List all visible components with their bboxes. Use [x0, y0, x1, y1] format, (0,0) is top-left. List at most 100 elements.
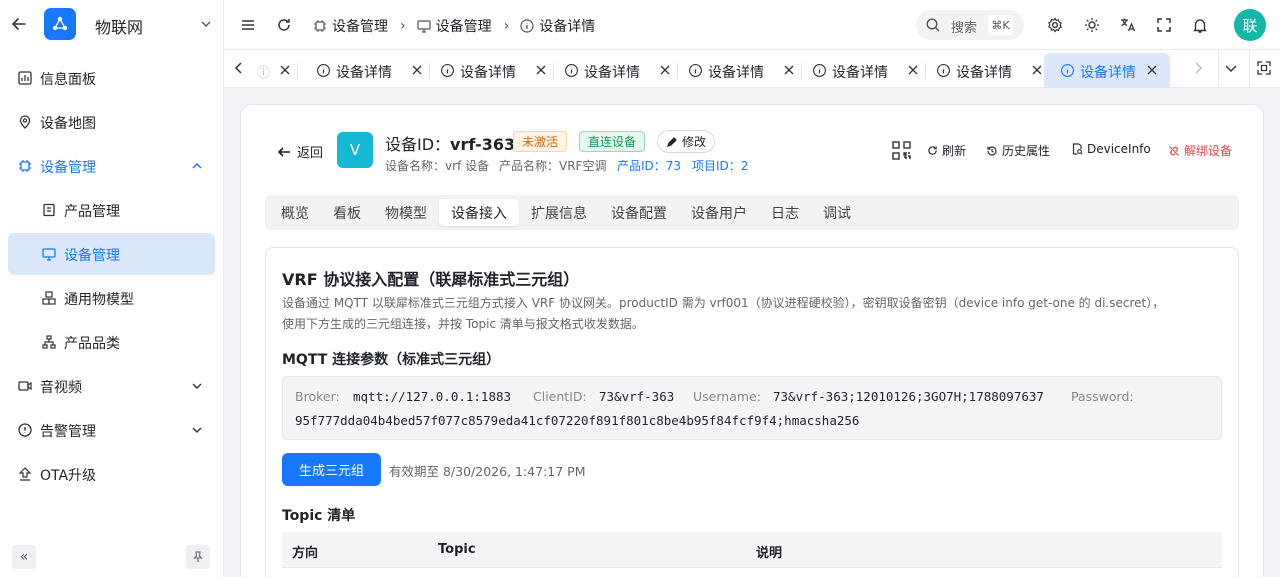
tab-label: 设备详情 [460, 65, 516, 81]
tab-device-detail[interactable]: 设备详情 [802, 53, 926, 88]
sidebar-item-label: 信息面板 [40, 72, 96, 88]
tab-logs[interactable]: 日志 [759, 199, 811, 226]
user-avatar[interactable]: 联 [1234, 9, 1266, 41]
map-pin-icon [19, 115, 31, 129]
theme-sun-icon[interactable] [1083, 16, 1101, 34]
pin-sidebar-button[interactable] [186, 545, 210, 569]
client-id-label: ClientID: [533, 389, 587, 404]
tab-device-detail[interactable]: 设备详情 [554, 53, 678, 88]
tab-device-detail-active[interactable]: 设备详情 [1044, 53, 1170, 88]
close-icon[interactable] [659, 64, 671, 76]
refresh-label: 刷新 [942, 144, 967, 158]
validity-text: 有效期至 8/30/2026, 1:47:17 PM [389, 464, 586, 479]
sidebar-item-label: 设备地图 [40, 116, 96, 132]
menu-icon[interactable] [239, 16, 257, 34]
close-icon[interactable] [535, 64, 547, 76]
chevron-right-icon[interactable] [1189, 59, 1207, 77]
top-header: 设备管理 › 设备管理 › 设备详情 搜索 ⌘K 联 [224, 0, 1280, 50]
arrow-left-icon [277, 146, 290, 157]
chevron-down-icon[interactable] [199, 17, 213, 31]
tab-debug[interactable]: 调试 [811, 199, 863, 226]
close-icon[interactable] [907, 64, 919, 76]
settings-icon[interactable] [1046, 16, 1064, 34]
sidebar-item-dashboard[interactable]: 信息面板 [8, 57, 215, 99]
pencil-icon [667, 136, 677, 147]
upload-icon [18, 467, 32, 481]
sidebar-item-device-management[interactable]: 设备管理 [8, 145, 215, 187]
tab-bar: ⓘ 设备详情 设备详情 设备详情 设备详情 设备详情 设备详情 设备详情 [224, 50, 1280, 88]
status-badge: 未激活 [513, 131, 568, 152]
video-icon [18, 381, 32, 391]
sidebar-item-thing-model[interactable]: 通用物模型 [8, 277, 215, 319]
info-icon [441, 64, 454, 77]
close-icon[interactable] [783, 64, 795, 76]
tab-device-detail[interactable]: 设备详情 [306, 53, 430, 88]
tab-extended-info[interactable]: 扩展信息 [519, 199, 599, 226]
tab-device-access[interactable]: 设备接入 [439, 199, 519, 226]
refresh-icon[interactable] [275, 16, 293, 34]
sidebar-item-label: 告警管理 [40, 424, 96, 440]
column-header-topic: Topic [438, 542, 476, 557]
tab-device-detail[interactable]: 设备详情 [926, 53, 1050, 88]
description-line: 设备通过 MQTT 以联犀标准式三元组方式接入 VRF 协议网关。product… [282, 296, 1165, 310]
sidebar-item-media[interactable]: 音视频 [8, 365, 215, 407]
edit-button[interactable]: 修改 [657, 130, 715, 153]
back-arrow-icon[interactable] [10, 15, 28, 33]
pin-icon [193, 551, 203, 562]
breadcrumb-item[interactable]: 设备管理 [332, 16, 388, 36]
tab-label: 设备详情 [832, 65, 888, 81]
tab-device-users[interactable]: 设备用户 [679, 199, 759, 226]
divider [1249, 50, 1250, 87]
sidebar-item-device-map[interactable]: 设备地图 [8, 101, 215, 143]
tab-device-config[interactable]: 设备配置 [599, 199, 679, 226]
tab-device-detail[interactable]: 设备详情 [678, 53, 802, 88]
device-title: 设备ID：vrf-363 [385, 131, 515, 155]
breadcrumb-item[interactable]: 设备管理 [436, 16, 492, 36]
sidebar-item-alarm[interactable]: 告警管理 [8, 409, 215, 451]
chevron-down-icon[interactable] [1222, 59, 1240, 77]
close-icon[interactable] [1031, 64, 1043, 76]
sidebar-item-product-category[interactable]: 产品品类 [8, 321, 215, 363]
device-info-button[interactable]: DeviceInfo [1071, 142, 1151, 156]
tab-dashboard[interactable]: 看板 [321, 199, 373, 226]
tab-label: 设备详情 [1080, 65, 1136, 81]
sidebar-item-label: 通用物模型 [64, 292, 134, 308]
sidebar-item-label: 产品管理 [64, 204, 120, 220]
translate-icon[interactable] [1119, 16, 1137, 34]
info-icon [689, 64, 702, 77]
search-label: 搜索 [951, 21, 978, 36]
app-name: 物联网 [95, 18, 144, 37]
sidebar-item-device-list[interactable]: 设备管理 [8, 233, 215, 275]
refresh-button[interactable]: 刷新 [927, 142, 966, 159]
info-icon [317, 64, 330, 77]
tab-label: 设备详情 [956, 65, 1012, 81]
product-id-link[interactable]: 产品ID：73 [617, 157, 681, 174]
unbind-label: 解绑设备 [1184, 144, 1233, 158]
tab-thing-model[interactable]: 物模型 [373, 199, 439, 226]
generate-triplet-button[interactable]: 生成三元组 [282, 453, 381, 486]
close-icon[interactable] [411, 64, 423, 76]
close-icon[interactable] [279, 64, 291, 76]
sidebar-item-label: 设备管理 [64, 248, 120, 264]
app-logo [44, 8, 76, 40]
tab-overview[interactable]: 概览 [269, 199, 321, 226]
network-icon [52, 16, 68, 31]
history-button[interactable]: 历史属性 [986, 142, 1050, 159]
tab-device-detail[interactable]: 设备详情 [430, 53, 554, 88]
qr-code-icon[interactable] [892, 141, 911, 160]
search-box[interactable]: 搜索 ⌘K [916, 10, 1024, 40]
sidebar-item-product-management[interactable]: 产品管理 [8, 189, 215, 231]
unbind-button[interactable]: 解绑设备 [1168, 142, 1232, 159]
back-button[interactable]: 返回 [276, 142, 323, 161]
close-icon[interactable] [1146, 64, 1158, 76]
fullscreen-icon[interactable] [1155, 16, 1173, 34]
device-avatar: V [337, 132, 373, 168]
search-shortcut: ⌘K [988, 15, 1013, 35]
bell-icon[interactable] [1191, 16, 1209, 34]
chevron-left-icon[interactable] [230, 59, 248, 77]
maximize-icon[interactable] [1255, 59, 1273, 77]
project-id-link[interactable]: 项目ID：2 [692, 157, 748, 174]
sidebar-item-label: OTA升级 [40, 468, 97, 484]
collapse-sidebar-button[interactable]: « [12, 545, 36, 569]
sidebar-item-ota[interactable]: OTA升级 [8, 453, 215, 495]
